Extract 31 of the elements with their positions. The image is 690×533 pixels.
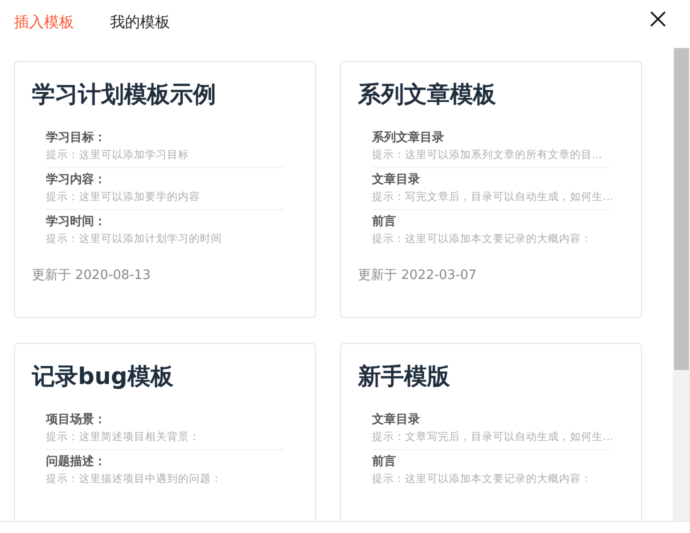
section-hint: 提示：这里可以添加本文要记录的大概内容： bbox=[372, 472, 593, 487]
section-hint: 提示：写完文章后，目录可以自动生成，如何生... bbox=[372, 190, 610, 205]
section-heading: 系列文章目录 bbox=[372, 129, 445, 146]
section-heading: 项目场景： bbox=[46, 411, 107, 428]
section-heading: 前言 bbox=[372, 453, 397, 470]
section-hint: 提示：这里简述项目相关背景： bbox=[46, 430, 201, 445]
section-heading: 文章目录 bbox=[372, 411, 421, 428]
template-card[interactable]: 系列文章模板 系列文章目录 提示：这里可以添加系列文章的所有文章的目... 文章目录 提示：写完文章后，目录可以自动生成，如何生... 前言 提示：这里可以添加本文要记录的大概内容： 更新于 2022-03-07 bbox=[340, 61, 642, 318]
section-heading: 问题描述： bbox=[46, 453, 107, 470]
updated-date: 更新于 2020-08-13 bbox=[32, 267, 152, 284]
section-hint: 提示：这里可以添加系列文章的所有文章的目... bbox=[372, 148, 604, 163]
template-title: 新手模版 bbox=[358, 363, 451, 392]
updated-date: 更新于 2022-03-07 bbox=[358, 267, 478, 284]
section-heading: 学习内容： bbox=[46, 171, 107, 188]
section-heading: 文章目录 bbox=[372, 171, 421, 188]
close-icon[interactable] bbox=[650, 11, 666, 27]
template-card[interactable]: 学习计划模板示例 学习目标： 提示：这里可以添加学习目标 学习内容： 提示：这里可以添加要学的内容 学习时间： 提示：这里可以添加计划学习的时间 更新于 2020-08-13 bbox=[14, 61, 316, 318]
scrollbar-thumb[interactable] bbox=[674, 48, 689, 370]
section-hint: 提示：这里可以添加学习目标 bbox=[46, 148, 190, 163]
template-title: 系列文章模板 bbox=[358, 81, 497, 110]
section-heading: 学习时间： bbox=[46, 213, 107, 230]
template-title: 记录bug模板 bbox=[32, 363, 174, 392]
section-hint: 提示：这里可以添加计划学习的时间 bbox=[46, 232, 223, 247]
section-hint: 提示：这里描述项目中遇到的问题： bbox=[46, 472, 223, 487]
tab[interactable]: 我的模板 bbox=[110, 12, 170, 32]
section-heading: 前言 bbox=[372, 213, 397, 230]
section-hint: 提示：文章写完后，目录可以自动生成，如何生... bbox=[372, 430, 610, 445]
section-hint: 提示：这里可以添加本文要记录的大概内容： bbox=[372, 232, 593, 247]
section-heading: 学习目标： bbox=[46, 129, 107, 146]
section-hint: 提示：这里可以添加要学的内容 bbox=[46, 190, 201, 205]
template-title: 学习计划模板示例 bbox=[32, 81, 217, 110]
